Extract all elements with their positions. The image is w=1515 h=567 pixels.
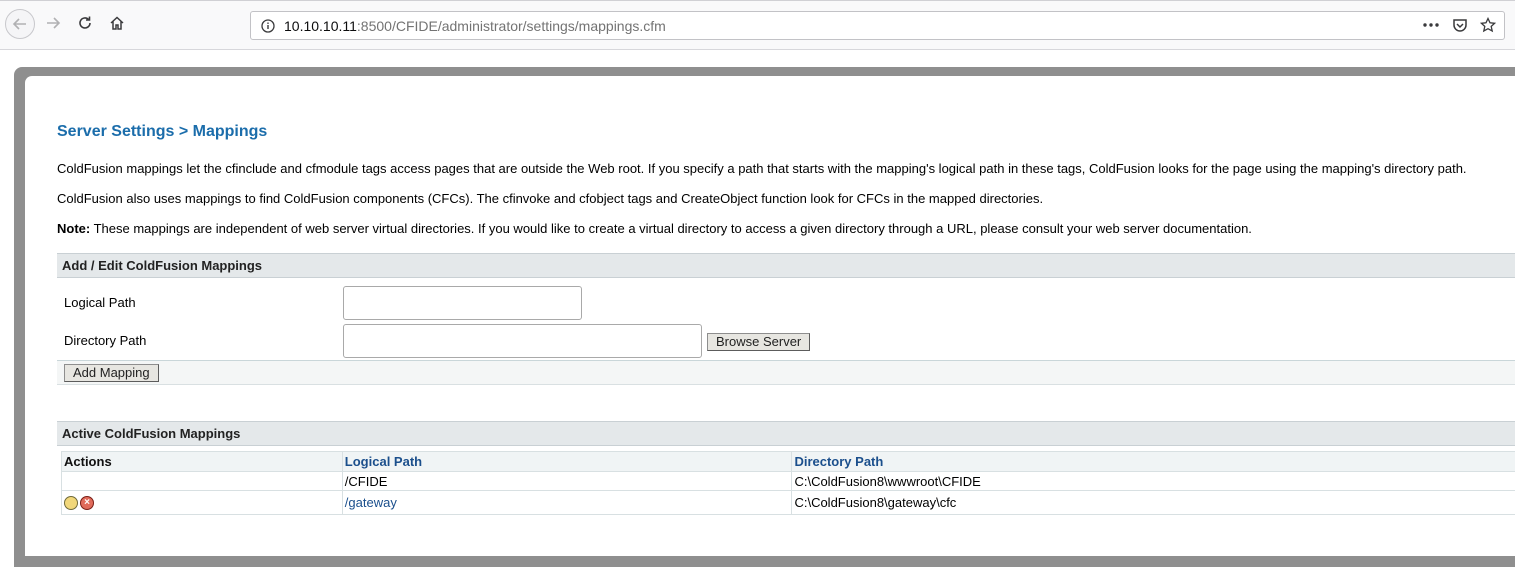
pocket-icon[interactable] xyxy=(1452,17,1468,33)
row-directory-path: C:\ColdFusion8\wwwroot\CFIDE xyxy=(792,472,1515,491)
logical-path-link[interactable]: /gateway xyxy=(345,495,397,510)
browse-server-button[interactable]: Browse Server xyxy=(707,333,810,351)
add-mappings-heading: Add / Edit ColdFusion Mappings xyxy=(62,258,262,273)
arrow-right-icon xyxy=(45,15,61,31)
forward-button[interactable] xyxy=(40,10,66,36)
directory-path-input[interactable] xyxy=(343,324,702,358)
column-header-directory-path[interactable]: Directory Path xyxy=(792,452,1515,472)
info-icon xyxy=(261,19,275,33)
row-logical-path: /gateway xyxy=(342,491,792,515)
note-label: Note: xyxy=(57,221,90,236)
cfc-paragraph: ColdFusion also uses mappings to find Co… xyxy=(57,191,1043,206)
add-mapping-button[interactable]: Add Mapping xyxy=(64,364,159,382)
home-button[interactable] xyxy=(104,10,130,36)
url-text: 10.10.10.11:8500/CFIDE/administrator/set… xyxy=(284,18,666,34)
reload-button[interactable] xyxy=(72,10,98,36)
bookmark-star-icon[interactable] xyxy=(1480,17,1496,33)
url-host: 10.10.10.11 xyxy=(284,18,357,34)
directory-path-label: Directory Path xyxy=(64,333,146,348)
row-actions-cell xyxy=(62,472,343,491)
table-header-row: Actions Logical Path Directory Path xyxy=(62,452,1515,472)
add-mapping-row xyxy=(57,360,1515,385)
add-mappings-header: Add / Edit ColdFusion Mappings xyxy=(57,253,1515,278)
column-header-actions: Actions xyxy=(62,452,343,472)
logical-path-input[interactable] xyxy=(343,286,582,320)
more-actions-icon[interactable] xyxy=(1422,17,1440,33)
table-row: × /gateway C:\ColdFusion8\gateway\cfc xyxy=(62,491,1515,515)
reload-icon xyxy=(77,15,93,31)
active-mappings-heading: Active ColdFusion Mappings xyxy=(62,426,240,441)
address-bar[interactable]: 10.10.10.11:8500/CFIDE/administrator/set… xyxy=(250,11,1505,40)
mappings-table: Actions Logical Path Directory Path /CFI… xyxy=(61,451,1515,515)
row-actions-cell: × xyxy=(62,491,343,515)
arrow-left-icon xyxy=(12,16,28,32)
url-path: :8500/CFIDE/administrator/settings/mappi… xyxy=(357,18,666,34)
logical-path-label: Logical Path xyxy=(64,295,136,310)
note-text: These mappings are independent of web se… xyxy=(90,221,1252,236)
row-logical-path: /CFIDE xyxy=(342,472,792,491)
column-header-logical-path[interactable]: Logical Path xyxy=(342,452,792,472)
browser-toolbar: 10.10.10.11:8500/CFIDE/administrator/set… xyxy=(0,0,1515,50)
table-row: /CFIDE C:\ColdFusion8\wwwroot\CFIDE xyxy=(62,472,1515,491)
note-paragraph: Note: These mappings are independent of … xyxy=(57,221,1252,236)
delete-icon[interactable]: × xyxy=(80,496,94,510)
home-icon xyxy=(109,15,125,31)
edit-icon[interactable] xyxy=(64,496,78,510)
row-directory-path: C:\ColdFusion8\gateway\cfc xyxy=(792,491,1515,515)
intro-paragraph: ColdFusion mappings let the cfinclude an… xyxy=(57,161,1467,176)
back-button[interactable] xyxy=(5,9,35,39)
active-mappings-header: Active ColdFusion Mappings xyxy=(57,421,1515,446)
page-title: Server Settings > Mappings xyxy=(57,123,267,141)
